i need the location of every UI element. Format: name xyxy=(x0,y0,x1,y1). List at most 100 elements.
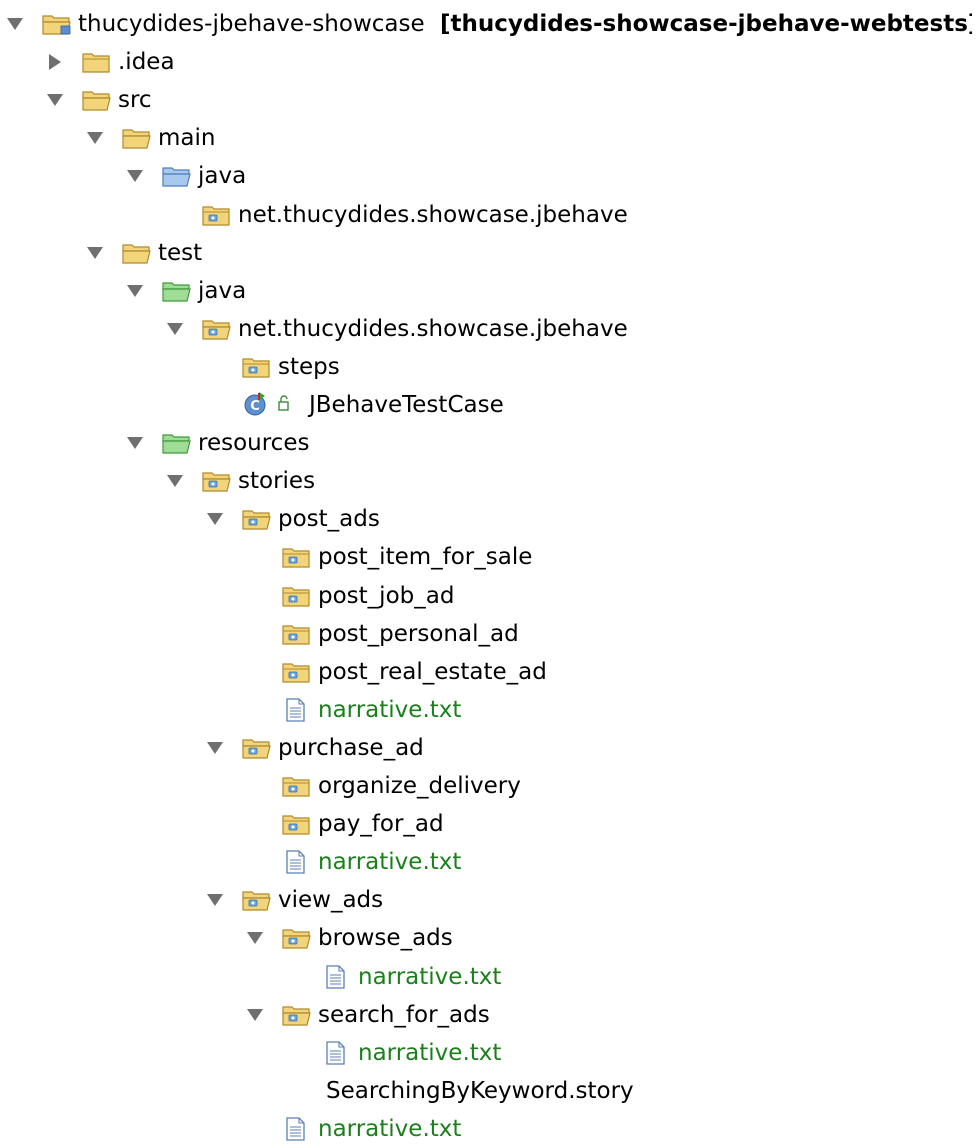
tree-item-label: test xyxy=(158,240,203,266)
tree-row[interactable]: post_job_ad xyxy=(0,577,978,615)
tree-item-label: organize_delivery xyxy=(318,773,521,799)
package-open-icon xyxy=(201,469,233,493)
text-file-icon xyxy=(281,1117,313,1141)
expand-arrow-icon[interactable] xyxy=(86,130,104,146)
text-file-icon xyxy=(321,1041,353,1065)
row-edge xyxy=(972,5,978,43)
tree-row[interactable]: narrative.txt xyxy=(0,958,978,996)
package-icon xyxy=(281,660,313,684)
tree-item-label: net.thucydides.showcase.jbehave xyxy=(238,316,628,342)
collapse-arrow-icon[interactable] xyxy=(46,53,64,70)
package-icon xyxy=(281,774,313,798)
tree-item-label: resources xyxy=(198,430,310,456)
tree-row[interactable]: narrative.txt xyxy=(0,1034,978,1072)
tree-item-label: java xyxy=(198,278,247,304)
resource-folder-green-icon xyxy=(161,431,193,455)
package-open-icon xyxy=(281,1003,313,1027)
package-open-icon xyxy=(201,317,233,341)
package-icon xyxy=(241,355,273,379)
tree-item-label: src xyxy=(118,87,152,113)
tree-item-label: browse_ads xyxy=(318,925,453,951)
tree-row[interactable]: java xyxy=(0,272,978,310)
folder-icon xyxy=(81,50,113,74)
expand-arrow-icon[interactable] xyxy=(6,16,24,32)
tree-row[interactable]: main xyxy=(0,119,978,157)
tree-row[interactable]: narrative.txt xyxy=(0,691,978,729)
tree-row[interactable]: post_real_estate_ad xyxy=(0,653,978,691)
tree-row[interactable]: steps xyxy=(0,348,978,386)
expand-arrow-icon[interactable] xyxy=(166,473,184,489)
tree-row[interactable]: .idea xyxy=(0,43,978,81)
tree-row[interactable]: test xyxy=(0,234,978,272)
expand-arrow-icon[interactable] xyxy=(246,930,264,946)
text-file-icon xyxy=(281,698,313,722)
tree-row[interactable]: stories xyxy=(0,462,978,500)
tree-item-label: purchase_ad xyxy=(278,735,424,761)
tree-row[interactable]: narrative.txt xyxy=(0,1110,978,1148)
tree-item-label: post_personal_ad xyxy=(318,621,519,647)
tree-item-label: java xyxy=(198,163,247,189)
expand-arrow-icon[interactable] xyxy=(46,92,64,108)
tree-item-label: post_real_estate_ad xyxy=(318,659,547,685)
tree-item-label: post_item_for_sale xyxy=(318,544,533,570)
tree-row[interactable]: pay_for_ad xyxy=(0,805,978,843)
tree-row[interactable]: browse_ads xyxy=(0,919,978,957)
tree-row[interactable]: java xyxy=(0,157,978,195)
tree-row[interactable]: post_ads xyxy=(0,500,978,538)
tree-row[interactable]: src xyxy=(0,81,978,119)
tree-item-label: JBehaveTestCase xyxy=(309,392,504,418)
tree-item-label: narrative.txt xyxy=(318,1116,462,1142)
expand-arrow-icon[interactable] xyxy=(206,892,224,908)
class-icon: C xyxy=(241,391,299,416)
folder-open-icon xyxy=(121,241,153,265)
expand-arrow-icon[interactable] xyxy=(246,1007,264,1023)
tree-row[interactable]: thucydides-jbehave-showcase [thucydides-s… xyxy=(0,5,978,43)
source-folder-green-icon xyxy=(161,279,193,303)
expand-arrow-icon[interactable] xyxy=(126,283,144,299)
project-folder-icon xyxy=(41,12,73,36)
package-open-icon xyxy=(241,507,273,531)
project-explorer-tree: thucydides-jbehave-showcase [thucydides-s… xyxy=(0,0,978,1146)
tree-row[interactable]: post_personal_ad xyxy=(0,615,978,653)
expand-arrow-icon[interactable] xyxy=(206,740,224,756)
working-set-label: [thucydides-showcase-jbehave-webtests] xyxy=(440,11,978,37)
tree-row[interactable]: SearchingByKeyword.story xyxy=(0,1072,978,1110)
expand-arrow-icon[interactable] xyxy=(126,168,144,184)
tree-item-label: main xyxy=(158,125,216,151)
tree-row[interactable]: organize_delivery xyxy=(0,767,978,805)
tree-item-label: post_job_ad xyxy=(318,583,455,609)
tree-item-label: view_ads xyxy=(278,887,384,913)
package-icon xyxy=(281,584,313,608)
tree-row[interactable]: post_item_for_sale xyxy=(0,538,978,576)
tree-row[interactable]: resources xyxy=(0,424,978,462)
tree-item-label: net.thucydides.showcase.jbehave xyxy=(238,202,628,228)
package-icon xyxy=(201,203,233,227)
tree-item-label: thucydides-jbehave-showcase xyxy=(78,11,425,37)
expand-arrow-icon[interactable] xyxy=(86,245,104,261)
tree-row[interactable]: net.thucydides.showcase.jbehave xyxy=(0,310,978,348)
package-icon xyxy=(281,622,313,646)
expand-arrow-icon[interactable] xyxy=(126,435,144,451)
expand-arrow-icon[interactable] xyxy=(206,511,224,527)
tree-row[interactable]: view_ads xyxy=(0,881,978,919)
expand-arrow-icon[interactable] xyxy=(166,321,184,337)
tree-item-label: search_for_ads xyxy=(318,1002,490,1028)
tree-row[interactable]: C JBehaveTestCase xyxy=(0,386,978,424)
svg-text:C: C xyxy=(250,399,260,414)
tree-row[interactable]: narrative.txt xyxy=(0,843,978,881)
tree-row[interactable]: purchase_ad xyxy=(0,729,978,767)
tree-item-label: narrative.txt xyxy=(358,964,502,990)
package-icon xyxy=(281,545,313,569)
tree-item-label: post_ads xyxy=(278,506,380,532)
tree-row[interactable]: search_for_ads xyxy=(0,996,978,1034)
package-open-icon xyxy=(241,736,273,760)
package-icon xyxy=(281,812,313,836)
tree-item-label: narrative.txt xyxy=(318,849,462,875)
tree-row[interactable]: net.thucydides.showcase.jbehave xyxy=(0,196,978,234)
tree-item-label: narrative.txt xyxy=(318,697,462,723)
package-open-icon xyxy=(281,926,313,950)
tree-item-label: stories xyxy=(238,468,316,494)
tree-item-label: narrative.txt xyxy=(358,1040,502,1066)
text-file-icon xyxy=(321,965,353,989)
folder-open-icon xyxy=(81,88,113,112)
